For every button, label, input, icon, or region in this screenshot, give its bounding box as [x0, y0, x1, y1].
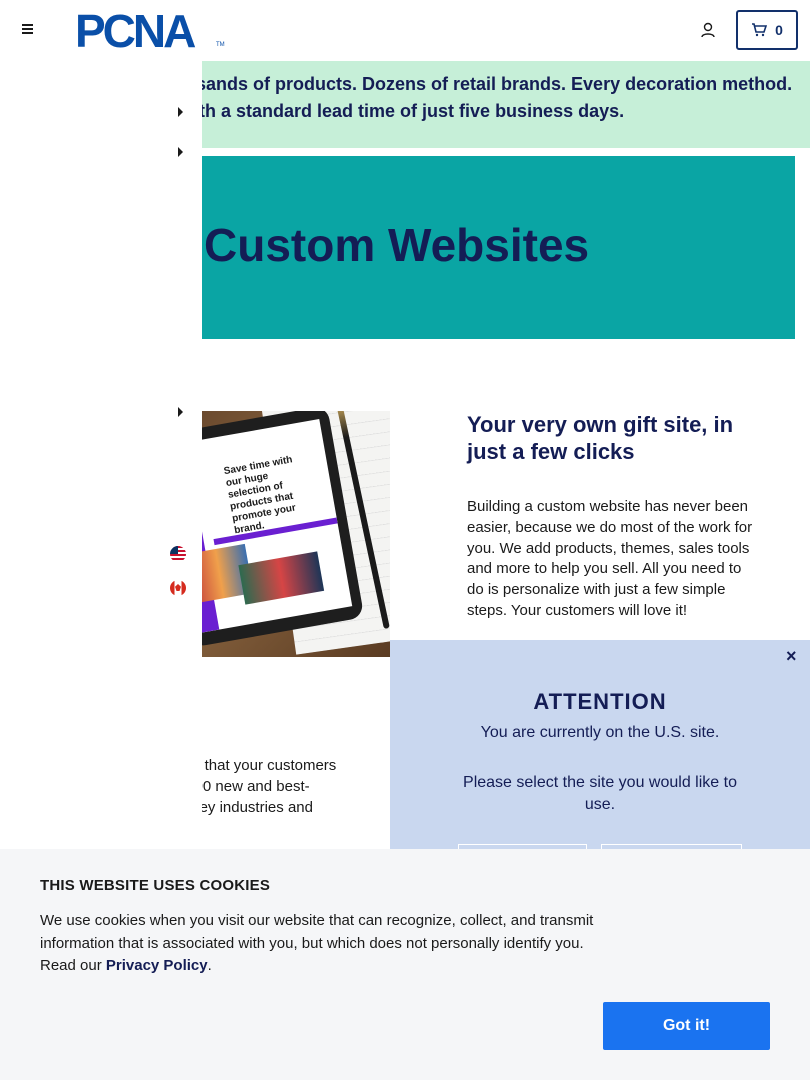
accept-cookies-button[interactable]: Got it! — [603, 1002, 770, 1050]
gift-site-body: Building a custom website has never been… — [467, 498, 753, 619]
attention-instruction: Please select the site you would like to… — [463, 774, 737, 813]
promo-banner: Thousands of products. Dozens of retail … — [202, 61, 810, 148]
caret-right-icon[interactable] — [178, 107, 183, 117]
menu-icon[interactable] — [20, 22, 36, 38]
products-section-text: Choose the products that your customers … — [202, 756, 352, 840]
screen-photo — [238, 551, 325, 605]
privacy-policy-link[interactable]: Privacy Policy — [106, 957, 208, 974]
site-header: PCNA TM 0 — [0, 0, 810, 60]
logo[interactable]: PCNA TM — [75, 5, 225, 57]
caret-right-icon[interactable] — [178, 147, 183, 157]
products-section-body: Choose the products that your customers … — [202, 757, 337, 816]
logo-text: PCNA — [75, 5, 196, 57]
cart-button[interactable]: 0 — [736, 10, 798, 50]
cart-icon — [752, 23, 768, 37]
us-flag-icon[interactable] — [170, 546, 186, 562]
cookie-banner: THIS WEBSITE USES COOKIES We use cookies… — [0, 849, 810, 1080]
user-icon[interactable] — [699, 21, 717, 39]
gift-site-heading: Your very own gift site, in just a few c… — [467, 412, 734, 464]
attention-current-site: You are currently on the U.S. site. — [480, 724, 720, 741]
hero-title: Custom Websites — [204, 219, 590, 271]
tablet-photo: Save time with our huge selection of pro… — [202, 411, 390, 657]
canada-flag-icon[interactable] — [170, 580, 186, 596]
logo-trademark: TM — [216, 42, 225, 48]
tablet-screen: Save time with our huge selection of pro… — [202, 418, 353, 634]
close-icon[interactable]: × — [786, 646, 797, 667]
cart-count: 0 — [775, 22, 783, 38]
attention-title: ATTENTION — [533, 689, 667, 714]
cookie-body: We use cookies when you visit our websit… — [40, 910, 610, 978]
cookie-title: THIS WEBSITE USES COOKIES — [40, 877, 271, 894]
promo-banner-text: Thousands of products. Dozens of retail … — [202, 74, 793, 121]
hero-banner: Custom Websites — [202, 156, 795, 339]
cookie-body-end: . — [207, 957, 212, 974]
caret-right-icon[interactable] — [178, 407, 183, 417]
